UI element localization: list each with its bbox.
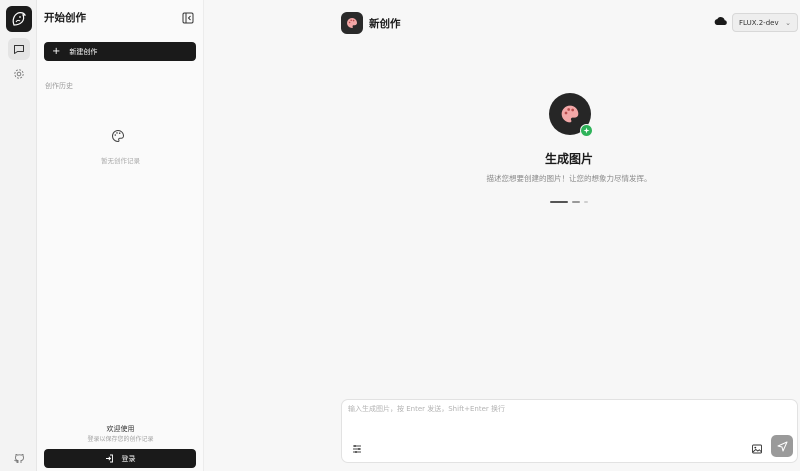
hero-subtitle: 描述您想要创建的图片！让您的想象力尽情发挥。	[486, 174, 652, 183]
cloud-icon	[714, 17, 727, 25]
model-select-value: FLUX.2-dev	[739, 18, 779, 27]
upload-image-button[interactable]	[751, 440, 763, 454]
prompt-input[interactable]	[348, 404, 788, 426]
history-label: 创作历史	[45, 82, 73, 90]
sparkle-icon	[583, 127, 590, 134]
app-window: 开始创作 + 新建创作 创作历史 暂无创作记录 欢迎使用 登录以保存您的创作记录	[0, 0, 800, 471]
page-title: 新创作	[369, 18, 401, 30]
palette-icon	[347, 18, 357, 28]
send-button[interactable]	[771, 435, 793, 457]
send-icon	[777, 441, 787, 451]
chat-nav-button[interactable]	[8, 38, 30, 60]
chat-icon	[14, 45, 24, 54]
login-label: 登录	[121, 454, 136, 463]
sidebar-title: 开始创作	[44, 12, 86, 24]
github-icon	[14, 454, 24, 463]
logo-icon[interactable]	[6, 6, 32, 32]
new-creation-button[interactable]: + 新建创作	[44, 42, 196, 61]
github-link[interactable]	[8, 447, 30, 469]
indicator-dot	[572, 201, 580, 203]
settings-nav-button[interactable]	[8, 63, 30, 85]
sparkle-badge	[580, 124, 593, 137]
hero-title: 生成图片	[544, 152, 593, 166]
chevron-down-icon: ⌄	[785, 19, 791, 27]
sliders-icon	[353, 445, 361, 453]
login-icon	[105, 454, 113, 463]
image-icon	[752, 444, 762, 454]
welcome-text: 欢迎使用	[106, 425, 135, 433]
generation-settings-button[interactable]	[351, 440, 363, 453]
palette-icon	[561, 105, 579, 123]
model-select[interactable]: FLUX.2-dev ⌄	[732, 13, 798, 32]
palette-icon	[111, 128, 125, 143]
indicator-dot	[550, 201, 568, 203]
settings-icon	[14, 69, 24, 79]
collapse-sidebar-button[interactable]	[181, 10, 195, 24]
plus-icon: +	[52, 45, 61, 57]
collapse-icon	[182, 12, 194, 24]
prompt-composer	[341, 399, 798, 463]
assistant-avatar	[341, 12, 363, 34]
icon-rail	[0, 0, 37, 471]
empty-history-text: 暂无创作记录	[101, 157, 140, 165]
indicator-dot	[584, 201, 588, 203]
login-button[interactable]: 登录	[44, 449, 196, 468]
new-creation-label: 新建创作	[69, 47, 98, 56]
history-sidebar: 开始创作 + 新建创作 创作历史 暂无创作记录 欢迎使用 登录以保存您的创作记录	[37, 0, 204, 471]
welcome-subtext: 登录以保存您的创作记录	[87, 436, 154, 443]
